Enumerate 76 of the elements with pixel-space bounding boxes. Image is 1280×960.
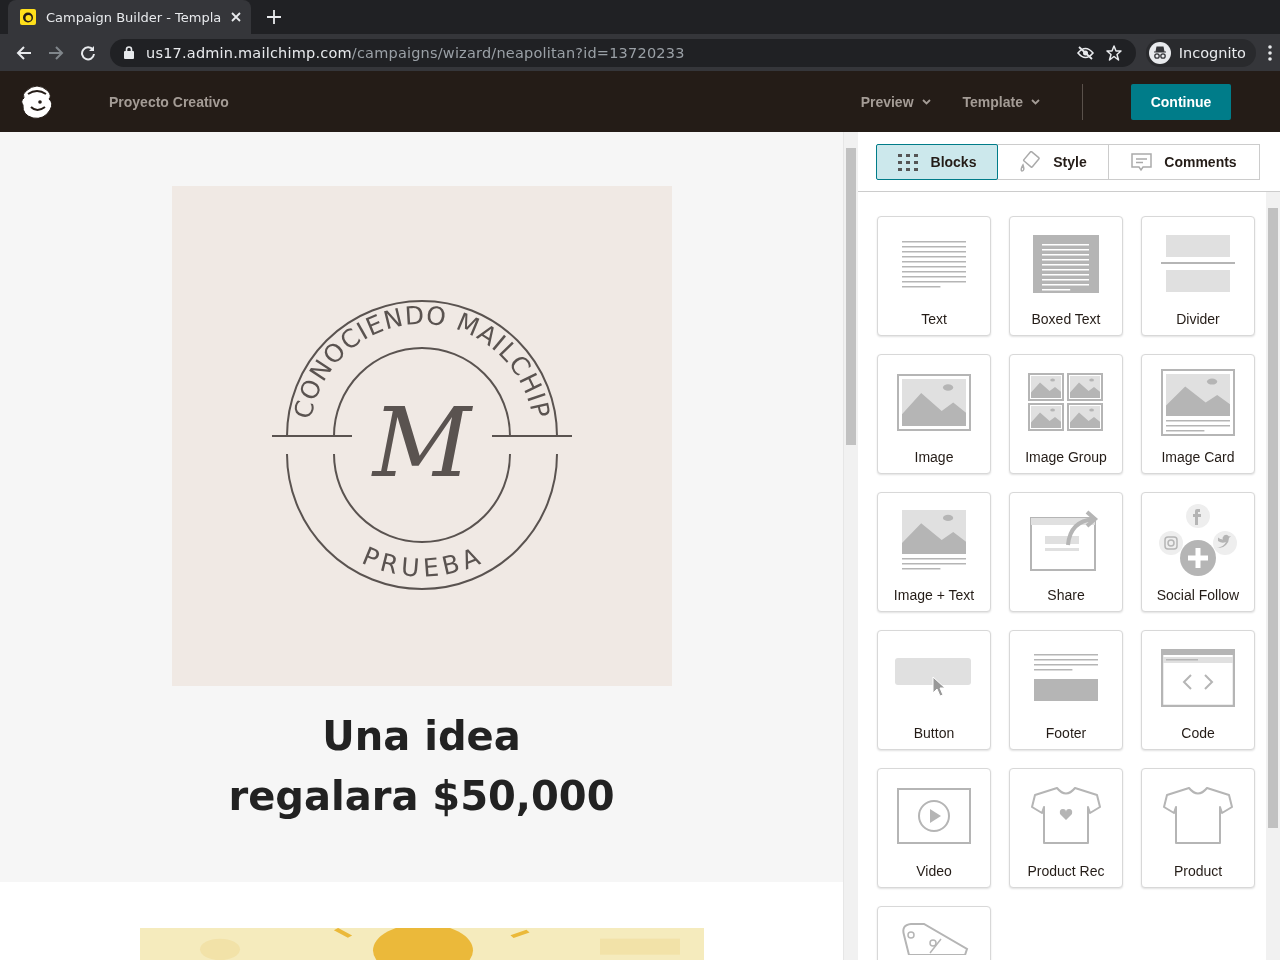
browser-tab[interactable]: Campaign Builder - Templa xyxy=(8,0,252,34)
block-card[interactable]: Image + Text xyxy=(877,492,991,612)
forward-arrow-icon[interactable] xyxy=(48,44,64,61)
chevron-down-icon xyxy=(921,98,931,105)
block-card[interactable]: Image Card xyxy=(1141,354,1255,474)
grid-icon xyxy=(897,153,919,171)
lock-icon xyxy=(124,46,134,59)
scrollbar[interactable] xyxy=(1266,192,1280,960)
continue-button[interactable]: Continue xyxy=(1131,83,1231,120)
eye-slash-icon[interactable] xyxy=(1076,45,1094,60)
block-label: Product Rec xyxy=(1027,863,1105,879)
block-label: Image xyxy=(914,449,954,465)
price-tag-icon xyxy=(899,923,969,955)
incognito-profile-button[interactable]: Incognito xyxy=(1145,38,1256,67)
star-icon[interactable] xyxy=(1105,44,1122,61)
paint-bucket-icon xyxy=(1019,151,1042,173)
divider-icon xyxy=(1161,235,1235,293)
image-icon xyxy=(897,373,971,431)
block-label: Boxed Text xyxy=(1031,311,1101,327)
block-label: Image Card xyxy=(1161,449,1235,465)
block-label: Code xyxy=(1181,725,1215,741)
footer-icon xyxy=(1034,654,1098,702)
block-card[interactable]: Image Group xyxy=(1009,354,1123,474)
dropdown-menu[interactable]: Template xyxy=(962,93,1040,110)
back-arrow-icon[interactable] xyxy=(16,44,32,61)
panel-tab[interactable]: Style xyxy=(997,144,1109,180)
logo-arc-text: PRUEBA xyxy=(357,541,486,583)
block-card[interactable]: Video xyxy=(877,768,991,888)
t-shirt-icon xyxy=(1163,787,1233,845)
block-label: Divider xyxy=(1176,311,1220,327)
boxed-text-icon xyxy=(1033,235,1099,293)
address-bar[interactable]: us17.admin.mailchimp.com/campaigns/wizard/neapolitan?id=13720233 xyxy=(110,38,1136,67)
block-label: Video xyxy=(916,863,952,879)
dropdown-menu[interactable]: Preview xyxy=(860,93,931,110)
scrollbar[interactable] xyxy=(843,132,858,960)
text-lines-icon xyxy=(901,239,967,289)
block-card[interactable]: Code xyxy=(1141,630,1255,750)
block-card[interactable]: Product xyxy=(1141,768,1255,888)
block-label: Button xyxy=(913,725,955,741)
block-card[interactable]: Footer xyxy=(1009,630,1123,750)
video-icon xyxy=(897,788,971,844)
tab-title: Campaign Builder - Templa xyxy=(46,9,222,25)
code-window-icon xyxy=(1161,649,1235,707)
url-text: us17.admin.mailchimp.com/campaigns/wizard/neapolitan?id=13720233 xyxy=(146,44,686,61)
block-label: Product xyxy=(1173,863,1223,879)
chevron-down-icon xyxy=(1031,98,1040,105)
image-group-icon xyxy=(1028,373,1104,431)
block-label: Image + Text xyxy=(893,587,975,603)
more-menu-icon[interactable] xyxy=(1268,44,1272,61)
block-card[interactable]: Divider xyxy=(1141,216,1255,336)
t-shirt-heart-icon xyxy=(1031,787,1101,845)
block-card[interactable]: Share xyxy=(1009,492,1123,612)
block-card[interactable]: Boxed Text xyxy=(1009,216,1123,336)
block-card[interactable]: Button xyxy=(877,630,991,750)
panel-tab[interactable]: Blocks xyxy=(876,144,998,180)
campaign-name: Proyecto Creativo xyxy=(109,93,230,110)
block-card[interactable]: Product Rec xyxy=(1009,768,1123,888)
social-follow-icon xyxy=(1158,503,1238,577)
block-label: Share xyxy=(1047,587,1085,603)
incognito-icon xyxy=(1148,41,1171,64)
block-label: Footer xyxy=(1045,725,1087,741)
image-text-icon xyxy=(902,510,966,570)
block-card[interactable]: Social Follow xyxy=(1141,492,1255,612)
new-tab-icon[interactable] xyxy=(267,10,282,24)
reload-icon[interactable] xyxy=(80,44,96,61)
panel-tab[interactable]: Comments xyxy=(1108,144,1260,180)
comment-icon xyxy=(1131,152,1153,172)
block-label: Text xyxy=(921,311,947,327)
email-heading: Una idea regalara $50,000 xyxy=(227,712,616,821)
block-label: Social Follow xyxy=(1156,587,1240,603)
close-icon[interactable] xyxy=(231,12,242,22)
block-card[interactable]: Text xyxy=(877,216,991,336)
image-card-icon xyxy=(1161,368,1235,436)
button-cursor-icon xyxy=(895,658,973,698)
block-label: Image Group xyxy=(1025,449,1107,465)
block-card[interactable]: Image xyxy=(877,354,991,474)
